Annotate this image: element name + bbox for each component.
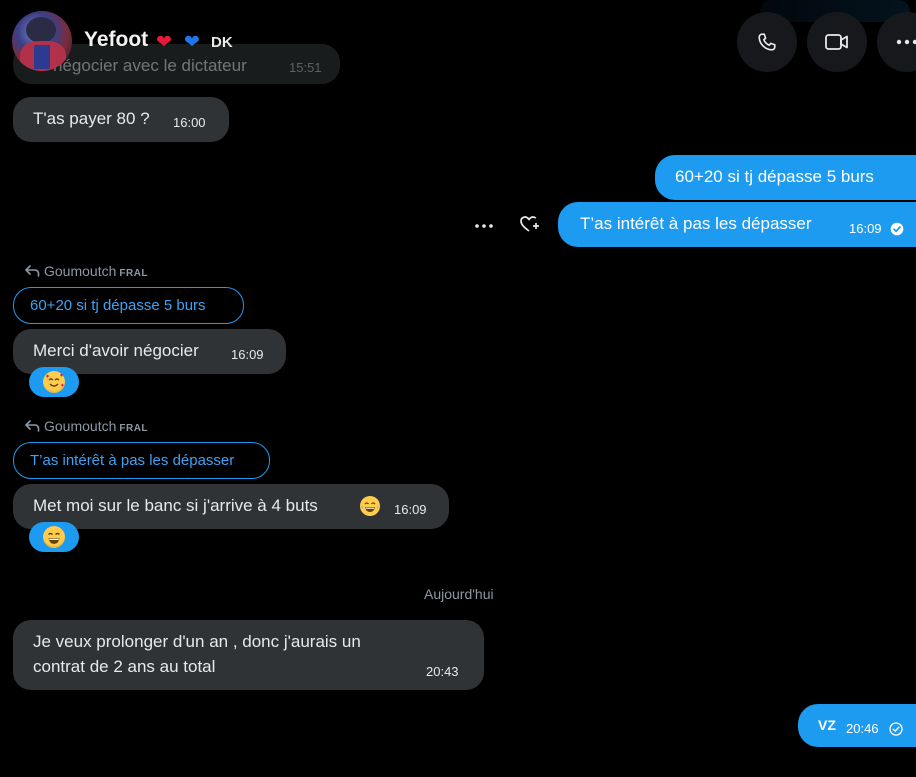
more-icon	[896, 39, 916, 45]
red-heart-icon: ❤	[156, 32, 172, 53]
voice-call-button[interactable]	[737, 12, 797, 72]
message-time: 16:09	[849, 221, 882, 236]
reply-author: Goumoutch	[44, 418, 117, 434]
date-separator: Aujourd'hui	[424, 586, 494, 602]
quoted-text: T’as intérêt à pas les dépasser	[30, 452, 235, 469]
blue-heart-icon: ❤	[184, 32, 200, 53]
message-bubble-outgoing[interactable]: VZ 20:46	[798, 704, 916, 747]
video-call-button[interactable]	[807, 12, 867, 72]
avatar[interactable]	[12, 11, 72, 71]
message-time: 15:51	[289, 60, 322, 75]
message-text: Merci d'avoir négocier	[33, 341, 199, 360]
check-circle-icon	[890, 222, 904, 236]
message-bubble-incoming[interactable]: Je veux prolonger d'un an , donc j'aurai…	[13, 620, 484, 690]
heart-plus-icon	[520, 216, 539, 232]
quoted-text: 60+20 si tj dépasse 5 burs	[30, 297, 206, 314]
quoted-message[interactable]: 60+20 si tj dépasse 5 burs	[13, 287, 244, 324]
reply-indicator: Goumoutch FRAL	[24, 418, 148, 434]
message-time: 16:09	[231, 347, 264, 362]
reply-tag: FRAL	[119, 423, 149, 434]
message-bubble-outgoing[interactable]: 60+20 si tj dépasse 5 burs	[655, 155, 916, 200]
reply-author: Goumoutch	[44, 263, 117, 279]
reply-arrow-icon	[25, 265, 40, 277]
contact-name-suffix: DK	[211, 34, 233, 51]
conversation-header: négocier avec le dictateur 15:51 Yefoot …	[0, 0, 916, 84]
video-camera-icon	[825, 34, 848, 50]
message-text-line2: contrat de 2 ans au total	[33, 657, 216, 676]
message-time: 16:09	[394, 502, 427, 517]
message-text: 60+20 si tj dépasse 5 burs	[675, 167, 874, 186]
message-reaction[interactable]	[29, 522, 79, 552]
more-icon	[475, 224, 493, 228]
message-text: négocier avec le dictateur	[53, 56, 247, 75]
message-text-line1: Je veux prolonger d'un an , donc j'aurai…	[33, 632, 361, 651]
message-bubble-incoming[interactable]: T'as payer 80 ? 16:00	[13, 97, 229, 142]
message-more-button[interactable]	[474, 216, 496, 232]
check-circle-outline-icon	[889, 722, 903, 736]
message-bubble-incoming[interactable]: Met moi sur le banc si j'arrive à 4 buts…	[13, 484, 449, 529]
phone-icon	[758, 33, 776, 51]
message-text: T’as intérêt à pas les dépasser	[580, 214, 812, 233]
message-reaction[interactable]	[29, 367, 79, 397]
reply-indicator: Goumoutch FRAL	[24, 263, 148, 279]
smiling-face-with-hearts-icon	[43, 371, 65, 393]
grinning-face-with-tears-icon	[360, 496, 380, 516]
react-button[interactable]	[519, 214, 541, 234]
message-bubble-outgoing[interactable]: T’as intérêt à pas les dépasser 16:09	[558, 202, 916, 247]
message-time: 20:46	[846, 721, 879, 736]
message-text: VZ	[818, 717, 836, 733]
message-text: Met moi sur le banc si j'arrive à 4 buts	[33, 496, 318, 515]
quoted-message[interactable]: T’as intérêt à pas les dépasser	[13, 442, 270, 479]
reply-tag: FRAL	[119, 268, 149, 279]
message-text: T'as payer 80 ?	[33, 109, 150, 128]
message-time: 16:00	[173, 115, 206, 130]
grinning-face-with-tears-icon	[43, 526, 65, 548]
contact-name[interactable]: Yefoot	[84, 28, 148, 52]
reply-arrow-icon	[25, 420, 40, 432]
message-time: 20:43	[426, 664, 459, 679]
